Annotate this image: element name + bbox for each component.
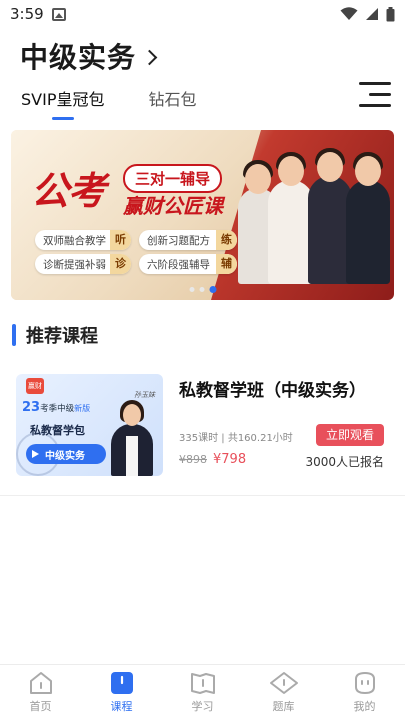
wifi-icon [340,7,358,20]
banner-pagination[interactable] [189,286,216,293]
pagination-dot[interactable] [189,287,194,292]
banner-feature: 创新习题配方 练 [139,230,237,250]
banner-feature: 诊断提强补弱 诊 [35,254,131,274]
watch-now-button[interactable]: 立即观看 [316,424,384,446]
nav-item-home[interactable]: 首页 [0,665,81,720]
banner-feature: 六阶段强辅导 辅 [139,254,237,274]
section-title: 推荐课程 [26,326,98,347]
thumb-package: 私教督学包 [30,424,85,437]
course-icon [110,672,133,694]
tab-diamond[interactable]: 钻石包 [148,86,196,120]
battery-icon [386,6,395,21]
pagination-dot-active[interactable] [209,286,216,293]
status-bar: 3:59 [0,0,405,28]
bottom-nav: 首页 课程 学习 题库 我的 [0,664,405,720]
tab-svip[interactable]: SVIP皇冠包 [21,86,104,120]
nav-item-profile[interactable]: 我的 [324,665,405,720]
question-bank-icon [269,672,298,694]
course-name[interactable]: 私教督学班（中级实务） [179,376,366,401]
nav-item-course[interactable]: 课程 [81,665,162,720]
brand-logo: 赢财 [26,378,44,394]
status-time: 3:59 [10,5,44,23]
course-card[interactable]: 赢财 23考季中级新版 私教督学包 中级实务 孙玉妹 私教督学班（中级实务） 3… [16,374,390,478]
banner-tag: 三对一辅导 [123,164,223,193]
study-icon [190,673,215,694]
page-header[interactable]: 中级实务 [20,36,158,76]
image-notification-icon [51,7,66,21]
course-info: 私教督学班（中级实务） 335课时 | 共160.21小时 立即观看 ¥898 … [179,374,390,478]
divider [0,495,405,496]
promo-banner[interactable]: 公考 三对一辅导 赢财公匠课 双师融合教学 听 创新习题配方 练 诊断提强补弱 … [11,130,394,300]
banner-main-title: 公考 [31,169,106,213]
nav-item-study[interactable]: 学习 [162,665,243,720]
menu-icon[interactable] [359,82,391,108]
thumb-play-pill: 中级实务 [26,444,106,464]
package-tabs: SVIP皇冠包 钻石包 [21,86,197,120]
course-thumbnail[interactable]: 赢财 23考季中级新版 私教督学包 中级实务 孙玉妹 [16,374,163,476]
play-icon [32,450,39,458]
banner-feature: 双师融合教学 听 [35,230,131,250]
enrolled-count: 3000人已报名 [305,455,384,469]
banner-sub-title: 赢财公匠课 [123,194,223,218]
profile-icon [354,671,375,695]
banner-teachers [238,144,390,284]
home-icon [29,672,52,694]
signal-icon [366,8,378,20]
thumb-season: 23考季中级新版 [22,400,91,415]
section-accent-bar [12,324,16,346]
teacher-photo [111,398,153,476]
original-price: ¥898 [179,453,207,466]
chevron-right-icon[interactable] [141,49,158,65]
page-title[interactable]: 中级实务 [20,36,136,76]
teacher-figure [346,152,390,284]
status-icons [340,6,395,22]
nav-item-question-bank[interactable]: 题库 [243,665,324,720]
section-heading: 推荐课程 [12,322,98,348]
current-price: ¥798 [213,452,247,467]
course-meta: 335课时 | 共160.21小时 [179,433,293,444]
pagination-dot[interactable] [199,287,204,292]
